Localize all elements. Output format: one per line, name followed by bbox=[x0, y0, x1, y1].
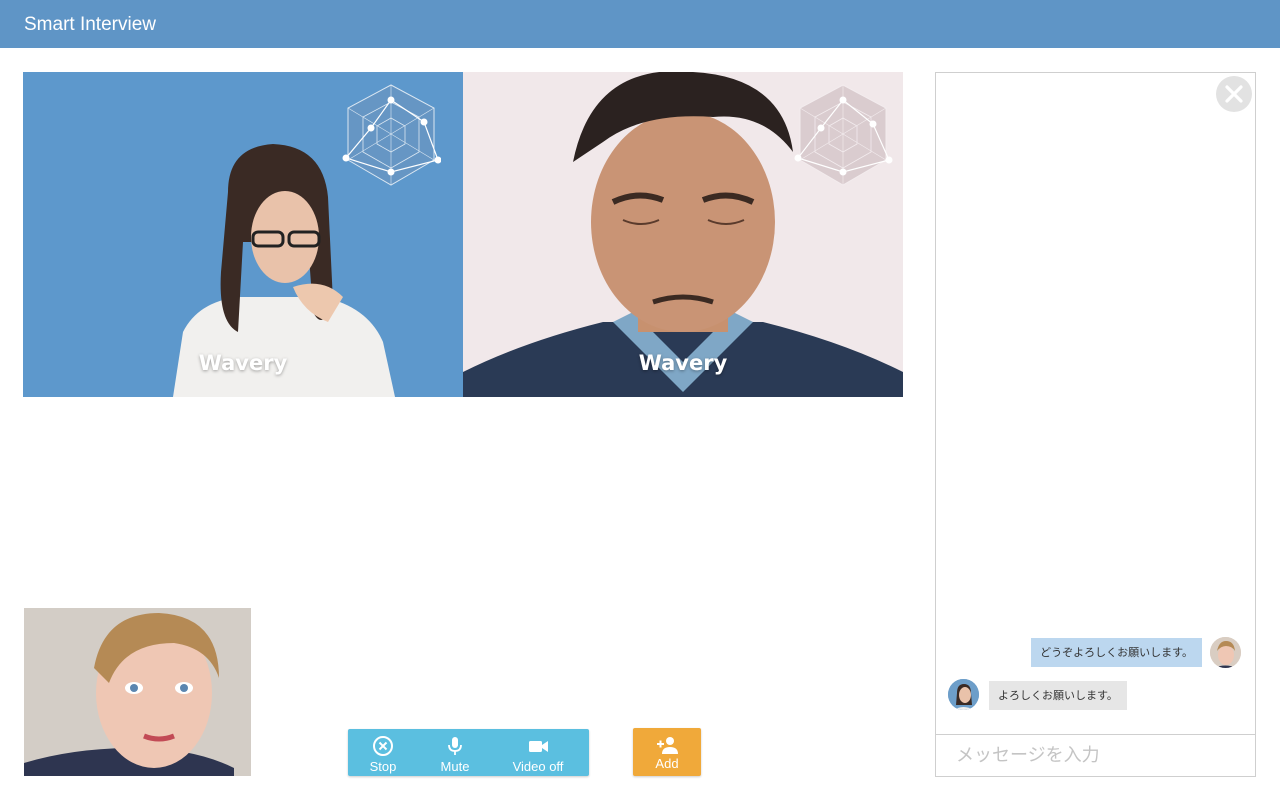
stop-label: Stop bbox=[369, 759, 397, 774]
radar-chart-icon bbox=[342, 84, 441, 186]
participant-video-1[interactable]: Wavery bbox=[23, 72, 463, 397]
radar-chart-icon bbox=[794, 84, 893, 186]
add-participant-button[interactable]: Add bbox=[633, 728, 701, 776]
close-icon bbox=[1225, 85, 1243, 103]
video-camera-icon bbox=[529, 741, 548, 752]
app-header: Smart Interview bbox=[0, 0, 1280, 48]
mute-button[interactable]: Mute bbox=[432, 729, 478, 776]
self-avatar-image bbox=[1210, 637, 1241, 668]
video-off-label: Video off bbox=[512, 759, 564, 774]
video-off-button[interactable]: Video off bbox=[506, 729, 570, 776]
chat-panel: どうぞよろしくお願いします。 よろしくお願いします。 bbox=[935, 72, 1256, 777]
chat-message-incoming: よろしくお願いします。 bbox=[989, 681, 1127, 710]
self-video[interactable] bbox=[24, 608, 251, 776]
add-person-icon bbox=[657, 737, 678, 754]
self-video-image bbox=[24, 608, 251, 776]
mute-label: Mute bbox=[440, 759, 470, 774]
participant-video-2[interactable]: Wavery bbox=[463, 72, 903, 397]
participant-name: Wavery bbox=[198, 351, 288, 375]
app-title: Smart Interview bbox=[24, 14, 156, 35]
chat-message-input[interactable] bbox=[936, 735, 1255, 776]
avatar bbox=[948, 679, 979, 710]
participant-avatar-image bbox=[948, 679, 979, 710]
chat-input-area bbox=[936, 734, 1255, 776]
call-controls: Stop Mute Video off bbox=[348, 729, 589, 776]
stop-button[interactable]: Stop bbox=[360, 729, 406, 776]
add-label: Add bbox=[655, 756, 679, 771]
chat-close-button[interactable] bbox=[1216, 76, 1252, 112]
participant-name: Wavery bbox=[638, 351, 728, 375]
stop-circle-icon bbox=[373, 736, 393, 756]
microphone-icon bbox=[448, 737, 462, 755]
avatar bbox=[1210, 637, 1241, 668]
chat-message-outgoing: どうぞよろしくお願いします。 bbox=[1031, 638, 1202, 667]
